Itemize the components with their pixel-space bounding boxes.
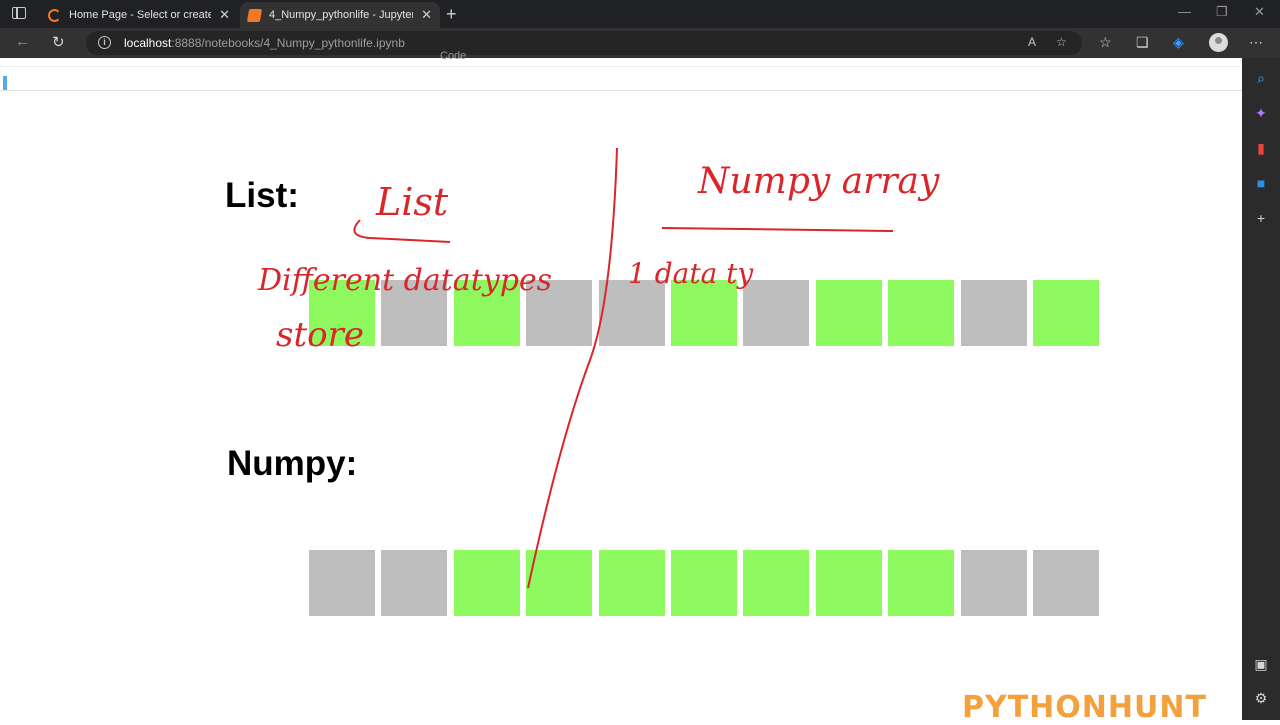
browser-address-bar: ← ↻ i localhost:8888/notebooks/4_Numpy_p… [0,28,1280,58]
copilot-icon[interactable]: ✦ [1253,105,1269,122]
window-close-icon[interactable]: ✕ [1254,4,1265,20]
active-cell-indicator [3,76,7,90]
profile-avatar[interactable] [1209,33,1228,52]
settings-gear-icon[interactable]: ⚙ [1253,690,1269,707]
refresh-icon[interactable]: ↻ [52,33,65,51]
memory-block-gray [961,550,1027,616]
favorites-icon[interactable]: ☆ [1099,34,1112,51]
favorite-add-icon[interactable]: ☆ [1056,35,1067,49]
sidebar-toggle-icon[interactable]: ▣ [1253,656,1269,673]
new-tab-button[interactable]: + [446,4,457,25]
edge-sidebar: ⌕ ✦ ▮ ■ + ▣ ⚙ [1242,58,1280,720]
tab-actions-icon[interactable] [12,7,26,19]
memory-block-green [888,550,954,616]
tab-numpy-notebook[interactable]: 4_Numpy_pythonlife - Jupyter N ✕ [240,2,440,28]
cell-divider [0,90,1242,91]
ink-divider-line [527,147,618,589]
close-tab-icon[interactable]: ✕ [219,7,230,23]
memory-block-green [671,280,737,346]
memory-block-green [1033,280,1099,346]
memory-block-gray [1033,550,1099,616]
memory-block-gray [961,280,1027,346]
office-icon[interactable]: ▮ [1253,140,1269,157]
memory-block-gray [381,280,447,346]
tab-title: 4_Numpy_pythonlife - Jupyter N [269,9,414,21]
more-options-icon[interactable]: ⋯ [1249,34,1263,51]
numpy-heading: Numpy: [227,444,358,483]
ink-list-underline [353,219,451,243]
minimize-icon[interactable]: — [1178,4,1191,19]
ink-list-word: List [375,180,449,224]
tab-home-page[interactable]: Home Page - Select or create a n ✕ [40,2,238,28]
memory-block-gray [526,280,592,346]
memory-block-gray [599,280,665,346]
add-app-icon[interactable]: + [1253,210,1269,226]
memory-block-green [671,550,737,616]
restore-icon[interactable]: ❐ [1216,4,1228,20]
back-arrow-icon[interactable]: ← [15,33,30,50]
site-info-icon[interactable]: i [98,36,111,49]
memory-block-green [599,550,665,616]
outlook-icon[interactable]: ■ [1253,175,1269,191]
memory-block-gray [309,550,375,616]
cell-type-dropdown[interactable]: Code [440,50,466,62]
notebook-icon [246,8,263,22]
memory-block-green [816,280,882,346]
ink-numpy-array: Numpy array [697,161,940,202]
search-icon[interactable]: ⌕ [1253,70,1269,87]
memory-block-green [888,280,954,346]
jupyter-logo-icon [48,8,61,22]
ink-numpy-underline [661,227,894,232]
memory-block-gray [743,280,809,346]
memory-block-green [743,550,809,616]
read-aloud-icon[interactable]: A [1028,35,1036,49]
url-field[interactable]: i localhost:8888/notebooks/4_Numpy_pytho… [86,31,1082,55]
close-tab-icon[interactable]: ✕ [421,7,432,23]
list-heading: List: [225,176,299,215]
memory-block-gray [381,550,447,616]
memory-block-green [526,550,592,616]
memory-block-green [309,280,375,346]
edge-extension-icon[interactable]: ◈ [1173,34,1184,51]
memory-block-green [454,280,520,346]
tab-title: Home Page - Select or create a n [69,9,212,21]
memory-block-green [816,550,882,616]
notebook-toolbar [0,58,1242,67]
collections-icon[interactable]: ❏ [1136,34,1149,51]
browser-tab-bar: Home Page - Select or create a n ✕ 4_Num… [0,0,1280,28]
url-text: localhost:8888/notebooks/4_Numpy_pythonl… [124,36,405,50]
memory-block-green [454,550,520,616]
